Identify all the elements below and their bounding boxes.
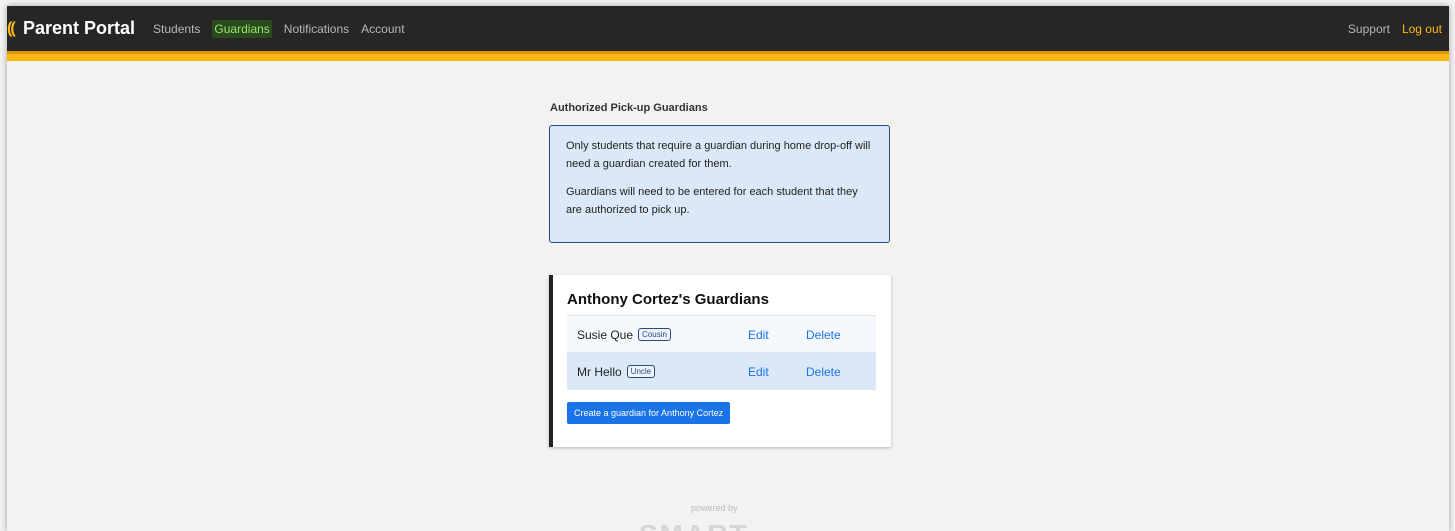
nav-notifications[interactable]: Notifications bbox=[284, 22, 349, 36]
student-guardians-card: Anthony Cortez's Guardians Susie Que Cou… bbox=[549, 275, 891, 447]
edit-guardian-link[interactable]: Edit bbox=[748, 328, 769, 342]
guardian-row: Susie Que Cousin Edit Delete bbox=[567, 315, 876, 353]
card-title: Anthony Cortez's Guardians bbox=[567, 291, 769, 308]
nav-students[interactable]: Students bbox=[153, 22, 200, 36]
info-paragraph: Guardians will need to be entered for ea… bbox=[566, 186, 858, 216]
delete-guardian-link[interactable]: Delete bbox=[806, 328, 841, 342]
relation-badge: Uncle bbox=[626, 365, 656, 378]
top-navbar: (( Parent Portal Students Guardians Noti… bbox=[7, 6, 1449, 51]
brand-logo-icon: (( bbox=[7, 19, 16, 37]
info-alert: Only students that require a guardian du… bbox=[549, 125, 890, 243]
support-link[interactable]: Support bbox=[1348, 22, 1390, 36]
delete-guardian-link[interactable]: Delete bbox=[806, 365, 841, 379]
brand-name: Parent Portal bbox=[23, 18, 136, 38]
brand[interactable]: (( Parent Portal bbox=[7, 18, 135, 39]
header-right-links: Support Log out bbox=[1336, 6, 1442, 51]
nav-guardians[interactable]: Guardians bbox=[212, 19, 272, 38]
powered-by-text: powered by bbox=[691, 503, 738, 513]
main-nav: Students Guardians Notifications Account bbox=[153, 19, 416, 38]
nav-account[interactable]: Account bbox=[361, 22, 404, 36]
create-guardian-button[interactable]: Create a guardian for Anthony Cortez bbox=[567, 402, 731, 424]
smart-logo: SMART bbox=[639, 519, 749, 531]
app-window: (( Parent Portal Students Guardians Noti… bbox=[7, 6, 1449, 531]
logout-link[interactable]: Log out bbox=[1402, 22, 1442, 36]
info-paragraph: Only students that require a guardian du… bbox=[566, 140, 871, 170]
page-title: Authorized Pick-up Guardians bbox=[550, 102, 708, 114]
relation-badge: Cousin bbox=[638, 328, 671, 341]
guardian-row: Mr Hello Uncle Edit Delete bbox=[567, 352, 876, 390]
guardian-name: Mr Hello bbox=[577, 364, 622, 379]
guardian-name: Susie Que bbox=[577, 327, 634, 342]
edit-guardian-link[interactable]: Edit bbox=[748, 365, 769, 379]
accent-bar bbox=[7, 51, 1449, 61]
